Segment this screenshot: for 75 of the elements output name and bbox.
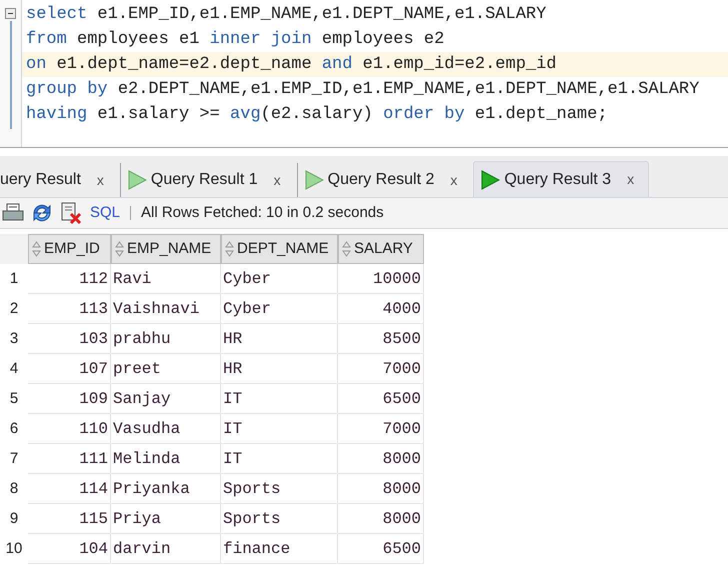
table-cell: Cyber — [221, 294, 338, 324]
print-icon[interactable] — [2, 203, 24, 223]
code-line: group by e2.DEPT_NAME,e1.EMP_ID,e1.EMP_NAME,e1.DEPT_NAME,e1.SALARY — [25, 79, 700, 101]
table-cell: Ravi — [111, 264, 221, 294]
table-cell: 8000 — [338, 474, 424, 504]
close-tab-button[interactable]: x — [450, 170, 458, 190]
table-cell: Priyanka — [111, 474, 221, 504]
column-header[interactable]: DEPT_NAME — [221, 234, 338, 264]
status-text: All Rows Fetched: 10 in 0.2 seconds — [141, 202, 384, 223]
table-cell: IT — [221, 384, 338, 414]
result-tab[interactable]: Query Result 2 x — [296, 163, 472, 197]
table-cell: 8500 — [338, 324, 424, 354]
row-number: 1 — [8, 268, 20, 289]
table-cell: 4000 — [338, 294, 424, 324]
column-header[interactable]: SALARY — [338, 234, 424, 264]
table-cell: 8000 — [338, 444, 424, 474]
table-cell: 7000 — [338, 354, 424, 384]
table-cell: finance — [221, 534, 338, 564]
result-tab[interactable]: Query Result 1 x — [120, 163, 295, 197]
row-number: 4 — [8, 358, 20, 379]
result-tab[interactable]: Query Result 3 x — [473, 161, 650, 197]
table-cell: 7000 — [338, 414, 424, 444]
table-cell: 6500 — [338, 384, 424, 414]
table-cell: 104 — [28, 534, 111, 564]
row-number: 7 — [8, 448, 20, 469]
table-cell: 6500 — [338, 534, 424, 564]
result-tab[interactable]: uery Result x — [0, 163, 118, 197]
table-cell: IT — [221, 444, 338, 474]
table-cell: 103 — [28, 324, 111, 354]
row-number: 5 — [8, 388, 20, 409]
delete-document-icon[interactable] — [60, 202, 82, 224]
code-line: select e1.EMP_ID,e1.EMP_NAME,e1.DEPT_NAME,e1.SALARY — [25, 4, 548, 26]
table-cell: HR — [221, 324, 338, 354]
close-tab-button[interactable]: x — [274, 170, 281, 190]
table-cell: 111 — [28, 444, 111, 474]
row-number: 2 — [8, 298, 20, 319]
table-cell: Cyber — [221, 264, 338, 294]
close-tab-button[interactable]: x — [96, 170, 104, 190]
table-cell: preet — [111, 354, 221, 384]
table-cell: Vaishnavi — [111, 294, 221, 324]
table-cell: 113 — [28, 294, 111, 324]
row-number: 6 — [8, 418, 20, 439]
sql-link[interactable]: SQL — [90, 202, 120, 224]
table-cell: 107 — [28, 354, 111, 384]
table-cell: IT — [221, 414, 338, 444]
table-cell: 112 — [28, 264, 111, 294]
row-number: 3 — [8, 328, 20, 349]
table-cell: 115 — [28, 504, 111, 534]
table-cell: 110 — [28, 414, 111, 444]
table-cell: 10000 — [338, 264, 424, 294]
row-number: 9 — [8, 508, 20, 529]
sort-icon — [342, 241, 351, 257]
table-cell: Sports — [221, 474, 338, 504]
sort-icon — [225, 241, 234, 257]
table-cell: 114 — [28, 474, 111, 504]
close-tab-button[interactable]: x — [627, 169, 634, 190]
table-cell: HR — [221, 354, 338, 384]
row-number: 10 — [4, 538, 24, 559]
table-cell: 109 — [28, 384, 111, 414]
table-cell: Sanjay — [111, 384, 221, 414]
sort-icon — [115, 241, 124, 257]
code-line: having e1.salary >= avg(e2.salary) order by e1.dept_name; — [25, 104, 609, 126]
sort-icon — [32, 241, 41, 257]
table-cell: prabhu — [111, 324, 221, 354]
table-cell: darvin — [111, 534, 221, 564]
table-cell: Priya — [111, 504, 221, 534]
code-line: from employees e1 inner join employees e2 — [25, 29, 446, 51]
row-number: 8 — [8, 478, 20, 499]
column-header[interactable]: EMP_ID — [28, 234, 111, 264]
table-cell: Sports — [221, 504, 338, 534]
table-cell: 8000 — [338, 504, 424, 534]
table-cell: Melinda — [111, 444, 221, 474]
table-cell: Vasudha — [111, 414, 221, 444]
column-header[interactable]: EMP_NAME — [111, 234, 221, 264]
collapse-icon[interactable] — [5, 8, 16, 19]
